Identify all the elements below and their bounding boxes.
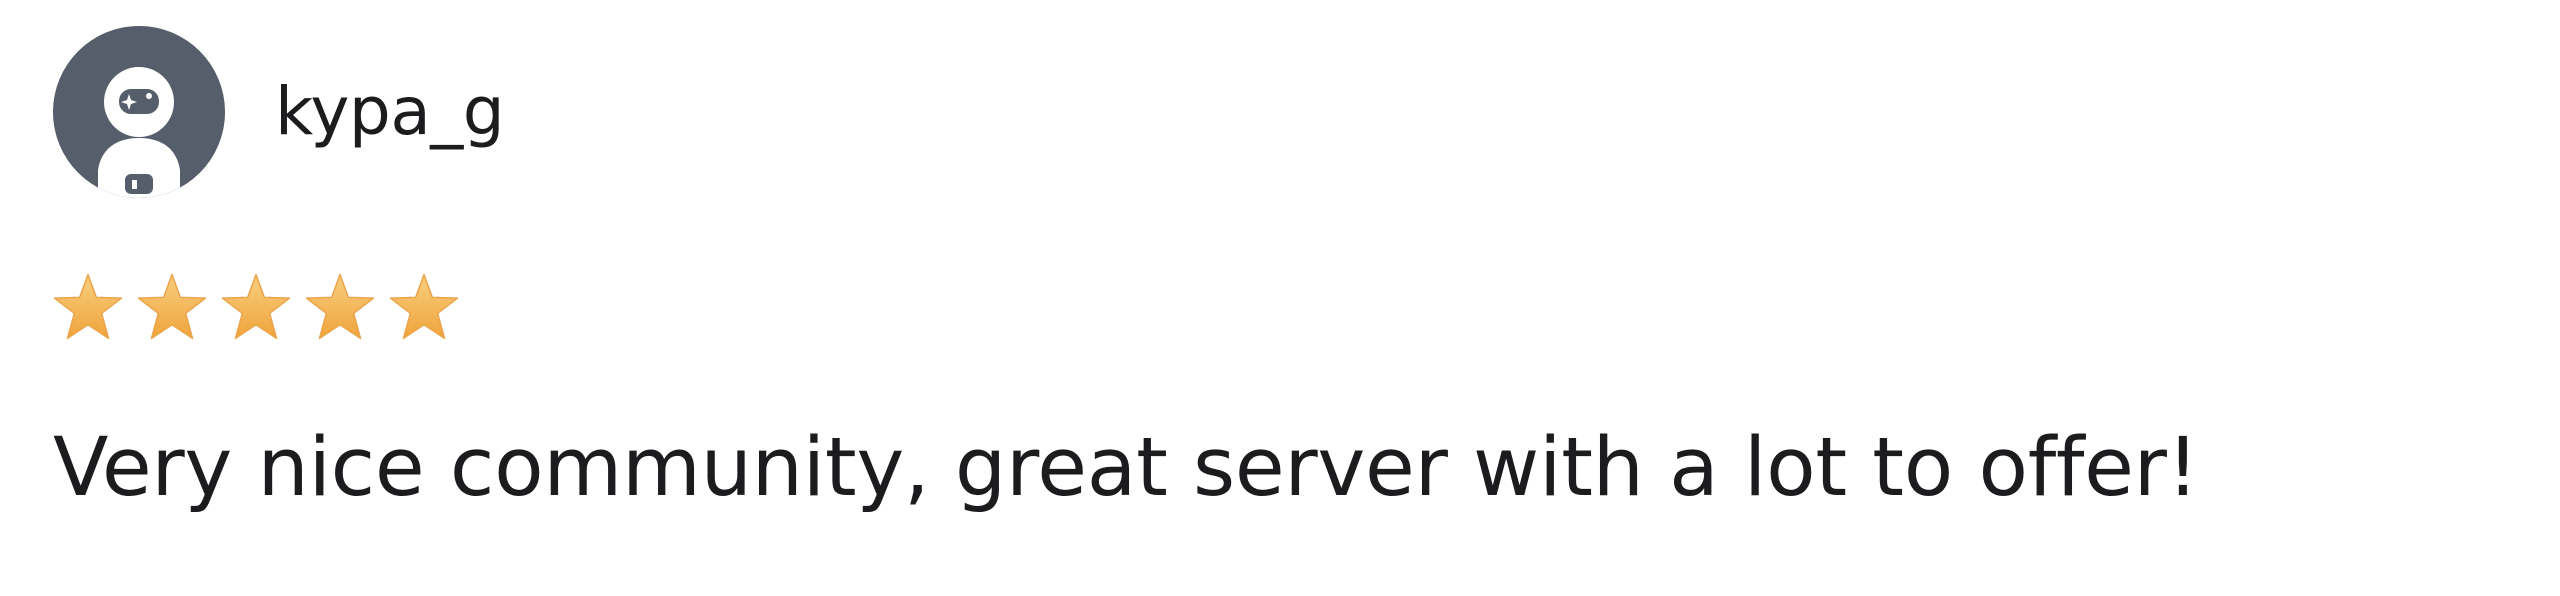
- star-rating: [50, 270, 470, 346]
- star-icon: [386, 270, 462, 346]
- astronaut-avatar-icon: [53, 26, 225, 198]
- star-icon: [218, 270, 294, 346]
- review-author: kypa_g: [53, 26, 505, 198]
- review-text: Very nice community, great server with a…: [53, 421, 2199, 515]
- username[interactable]: kypa_g: [275, 79, 505, 145]
- star-icon: [50, 270, 126, 346]
- star-icon: [134, 270, 210, 346]
- star-icon: [302, 270, 378, 346]
- avatar[interactable]: [53, 26, 225, 198]
- review-card: kypa_g Very nice community, great server…: [0, 0, 2560, 596]
